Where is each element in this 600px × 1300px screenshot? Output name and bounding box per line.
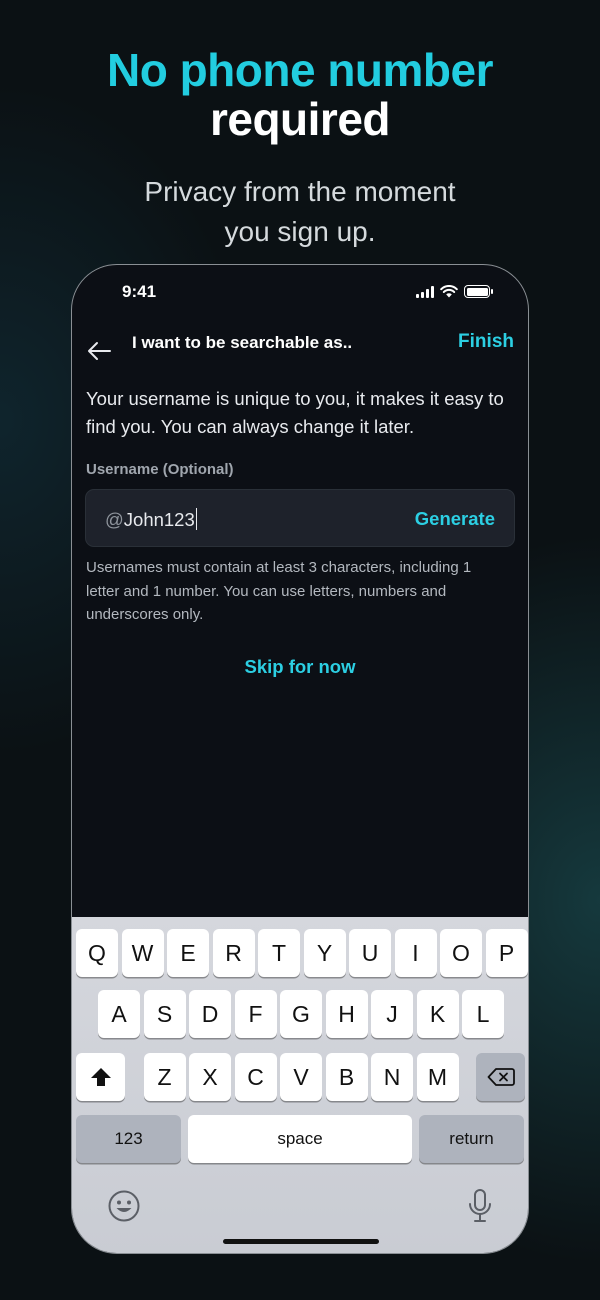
username-input-value[interactable]: @John123 — [105, 508, 198, 531]
key-p[interactable]: P — [485, 929, 528, 977]
on-screen-keyboard: Q W E R T Y U I O P A S D F G H J K L Z … — [72, 917, 528, 1253]
key-l[interactable]: L — [462, 990, 504, 1038]
phone-frame: 9:41 I want to be searchable as.. Finish… — [71, 264, 529, 1254]
battery-icon — [464, 285, 493, 298]
key-h[interactable]: H — [325, 990, 368, 1038]
key-t[interactable]: T — [258, 929, 300, 977]
key-x[interactable]: X — [189, 1053, 231, 1101]
key-g[interactable]: G — [280, 990, 322, 1038]
username-text: John123 — [123, 509, 195, 530]
username-field-label: Username (Optional) — [86, 461, 234, 478]
key-z[interactable]: Z — [143, 1053, 186, 1101]
key-v[interactable]: V — [280, 1053, 322, 1101]
key-u[interactable]: U — [349, 929, 391, 977]
key-e[interactable]: E — [167, 929, 209, 977]
home-indicator — [223, 1239, 379, 1244]
username-input[interactable]: @John123 Generate — [85, 489, 515, 547]
key-c[interactable]: C — [234, 1053, 277, 1101]
backspace-icon — [487, 1068, 515, 1086]
status-icons — [416, 285, 493, 298]
key-q[interactable]: Q — [76, 929, 118, 977]
key-r[interactable]: R — [212, 929, 255, 977]
wifi-icon — [440, 285, 458, 298]
username-description: Your username is unique to you, it makes… — [86, 388, 504, 437]
space-key[interactable]: space — [188, 1115, 412, 1163]
skip-for-now-button[interactable]: Skip for now — [72, 656, 528, 678]
emoji-icon[interactable] — [107, 1189, 141, 1223]
promo-title: required — [209, 93, 391, 145]
navigation-bar: I want to be searchable as.. Finish — [72, 325, 528, 377]
key-w[interactable]: W — [121, 929, 164, 977]
key-i[interactable]: I — [394, 929, 437, 977]
generate-button[interactable]: Generate — [415, 508, 495, 530]
page-title: I want to be searchable as.. — [132, 333, 353, 352]
shift-key[interactable] — [76, 1053, 125, 1101]
promo-subtitle-line: Privacy from the moment — [144, 176, 456, 207]
promo-subtitle: Privacy from the moment you sign up. — [0, 172, 600, 252]
key-f[interactable]: F — [234, 990, 277, 1038]
key-j[interactable]: J — [371, 990, 413, 1038]
numbers-key[interactable]: 123 — [76, 1115, 181, 1163]
finish-button[interactable]: Finish — [458, 331, 514, 353]
key-y[interactable]: Y — [303, 929, 346, 977]
key-k[interactable]: K — [416, 990, 459, 1038]
key-s[interactable]: S — [143, 990, 186, 1038]
return-key[interactable]: return — [419, 1115, 524, 1163]
shift-icon — [90, 1068, 111, 1086]
back-arrow-icon[interactable] — [86, 339, 112, 363]
status-bar: 9:41 — [72, 265, 528, 325]
key-d[interactable]: D — [189, 990, 231, 1038]
username-rules-hint: Usernames must contain at least 3 charac… — [86, 559, 472, 623]
microphone-icon[interactable] — [467, 1188, 493, 1224]
status-time: 9:41 — [122, 282, 157, 301]
promo-subtitle-line: you sign up. — [224, 216, 376, 247]
key-b[interactable]: B — [325, 1053, 368, 1101]
username-prefix: @ — [105, 509, 124, 530]
key-m[interactable]: M — [416, 1053, 459, 1101]
promo-title-highlight: No phone number — [106, 44, 494, 96]
delete-key[interactable] — [476, 1053, 525, 1101]
key-a[interactable]: A — [98, 990, 140, 1038]
cellular-signal-icon — [416, 285, 434, 298]
text-caret — [195, 508, 198, 530]
key-n[interactable]: N — [371, 1053, 413, 1101]
key-o[interactable]: O — [440, 929, 482, 977]
promo-header: No phone number required Privacy from th… — [0, 44, 600, 252]
